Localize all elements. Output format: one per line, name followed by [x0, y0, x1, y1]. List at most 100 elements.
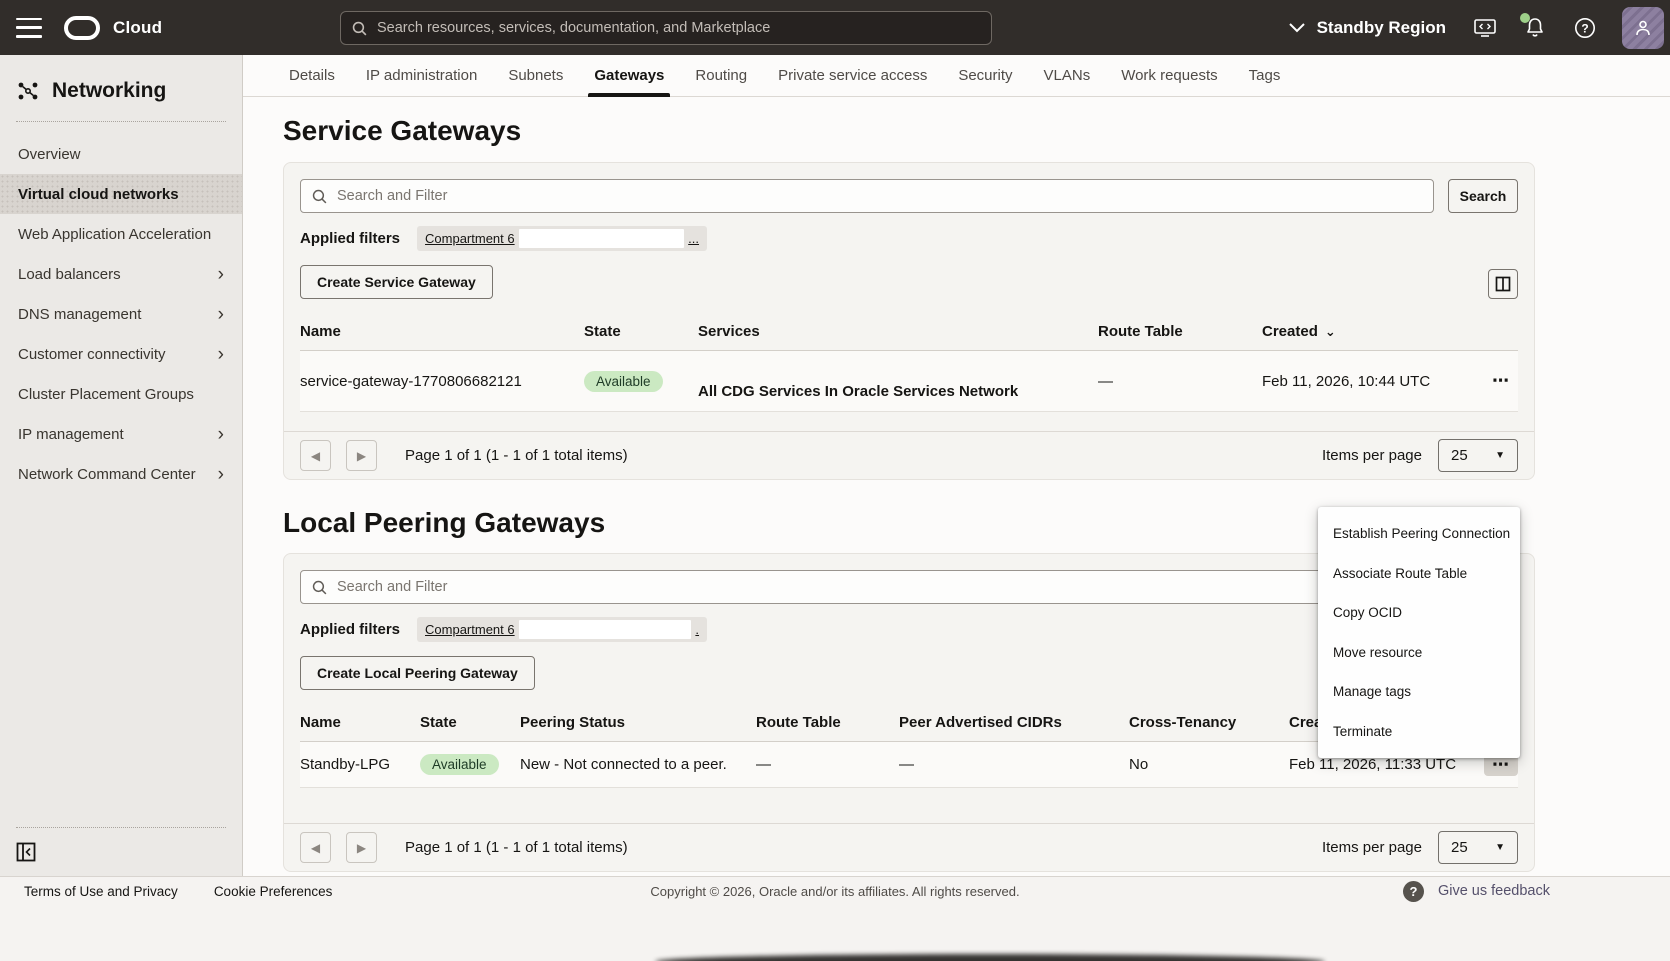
lpg-compartment-filter-chip[interactable]: Compartment 6 . [417, 617, 707, 642]
chevron-right-icon: › [218, 465, 224, 484]
status-badge: Available [584, 371, 663, 392]
sidebar-item-web-application-acceleration[interactable]: Web Application Acceleration [0, 214, 242, 254]
notification-dot [1520, 13, 1530, 23]
redacted-filter-value [519, 229, 685, 248]
sidebar: Networking Overview Virtual cloud networ… [0, 55, 243, 876]
sidebar-item-virtual-cloud-networks[interactable]: Virtual cloud networks [0, 174, 242, 214]
column-settings-icon[interactable] [1488, 269, 1518, 299]
sidebar-item-ip-management[interactable]: IP management› [0, 414, 242, 454]
caret-down-icon: ▼ [1495, 450, 1505, 461]
col-name: Name [300, 323, 584, 340]
lpg-row-peer-cidrs: — [899, 756, 1129, 773]
tab-details[interactable]: Details [289, 55, 335, 97]
redacted-filter-value [519, 620, 692, 639]
items-per-page-select[interactable]: 25 ▼ [1438, 831, 1518, 864]
page-footer: Copyright © 2026, Oracle and/or its affi… [0, 876, 1670, 961]
tab-private-service-access[interactable]: Private service access [778, 55, 927, 97]
svg-text:?: ? [1581, 21, 1588, 35]
lpg-row-created: Feb 11, 2026, 11:33 UTC [1289, 756, 1474, 773]
sidebar-item-dns-management[interactable]: DNS management› [0, 294, 242, 334]
tab-gateways[interactable]: Gateways [594, 55, 664, 97]
create-local-peering-gateway-button[interactable]: Create Local Peering Gateway [300, 656, 535, 690]
sg-pagination: ◀ ▶ Page 1 of 1 (1 - 1 of 1 total items)… [284, 431, 1534, 479]
sg-search-filter[interactable] [300, 179, 1434, 213]
tab-security[interactable]: Security [958, 55, 1012, 97]
sidebar-item-load-balancers[interactable]: Load balancers› [0, 254, 242, 294]
tab-ip-administration[interactable]: IP administration [366, 55, 477, 97]
sg-row-created: Feb 11, 2026, 10:44 UTC [1262, 373, 1462, 390]
page-info: Page 1 of 1 (1 - 1 of 1 total items) [405, 839, 628, 856]
person-icon [1632, 17, 1654, 39]
cloud-shell-icon[interactable] [1472, 15, 1498, 41]
lpg-row-peering-status: New - Not connected to a peer. [520, 756, 756, 773]
col-route-table: Route Table [756, 714, 899, 731]
lpg-row-cross-tenancy: No [1129, 756, 1289, 773]
sidebar-item-customer-connectivity[interactable]: Customer connectivity› [0, 334, 242, 374]
sg-search-button[interactable]: Search [1448, 179, 1518, 213]
sidebar-title: Networking [52, 79, 166, 103]
next-page-button[interactable]: ▶ [346, 832, 377, 863]
global-search-input[interactable] [377, 20, 981, 36]
service-gateways-card: Search Applied filters Compartment 6 ...… [283, 162, 1535, 480]
col-peer-advertised-cidrs: Peer Advertised CIDRs [899, 714, 1129, 731]
tab-work-requests[interactable]: Work requests [1121, 55, 1217, 97]
sg-row-actions-icon[interactable]: ⋯ [1484, 369, 1518, 392]
sg-applied-filters-label: Applied filters [300, 230, 400, 247]
lpg-applied-filters-label: Applied filters [300, 621, 400, 638]
user-avatar[interactable] [1622, 7, 1664, 49]
sg-search-input[interactable] [337, 188, 1423, 204]
divider [16, 827, 226, 828]
give-feedback-link[interactable]: Give us feedback [1438, 883, 1550, 899]
tab-routing[interactable]: Routing [695, 55, 747, 97]
cookie-preferences-link[interactable]: Cookie Preferences [214, 884, 333, 899]
global-search[interactable] [340, 11, 992, 45]
items-per-page-select[interactable]: 25 ▼ [1438, 439, 1518, 472]
create-service-gateway-button[interactable]: Create Service Gateway [300, 265, 493, 299]
oracle-logo-icon[interactable] [64, 16, 100, 40]
page-info: Page 1 of 1 (1 - 1 of 1 total items) [405, 447, 628, 464]
lpg-filter-more-link[interactable]: . [695, 622, 699, 637]
terms-link[interactable]: Terms of Use and Privacy [24, 884, 178, 899]
page-tabs: Details IP administration Subnets Gatewa… [243, 55, 1670, 97]
feedback-question-icon[interactable]: ? [1403, 881, 1424, 902]
sg-filter-more-link[interactable]: ... [688, 231, 699, 246]
sidebar-item-network-command-center[interactable]: Network Command Center› [0, 454, 242, 494]
menu-item-establish-peering-connection[interactable]: Establish Peering Connection [1318, 514, 1520, 554]
sg-row-services: All CDG Services In Oracle Services Netw… [698, 383, 1018, 400]
col-state: State [584, 323, 698, 340]
notifications-bell-icon[interactable] [1522, 15, 1548, 41]
prev-page-button[interactable]: ◀ [300, 440, 331, 471]
service-gateways-table: Name State Services Route Table Created⌄… [300, 313, 1518, 412]
sidebar-item-overview[interactable]: Overview [0, 134, 242, 174]
menu-item-move-resource[interactable]: Move resource [1318, 633, 1520, 673]
collapse-sidebar-icon[interactable] [16, 842, 36, 862]
col-cross-tenancy: Cross-Tenancy [1129, 714, 1289, 731]
sg-compartment-filter-chip[interactable]: Compartment 6 ... [417, 226, 707, 251]
region-selector[interactable]: Standby Region [1289, 18, 1446, 38]
prev-page-button[interactable]: ◀ [300, 832, 331, 863]
col-services: Services [698, 323, 1098, 340]
table-row: service-gateway-1770806682121 Available … [300, 351, 1518, 412]
chevron-right-icon: › [218, 425, 224, 444]
divider [16, 121, 226, 122]
col-route-table: Route Table [1098, 323, 1262, 340]
col-created[interactable]: Created⌄ [1262, 323, 1482, 340]
menu-item-terminate[interactable]: Terminate [1318, 712, 1520, 752]
menu-item-associate-route-table[interactable]: Associate Route Table [1318, 554, 1520, 594]
menu-item-copy-ocid[interactable]: Copy OCID [1318, 593, 1520, 633]
hamburger-menu-icon[interactable] [16, 18, 42, 38]
tab-subnets[interactable]: Subnets [508, 55, 563, 97]
lpg-row-name: Standby-LPG [300, 756, 420, 773]
top-header: Cloud Standby Region ? [0, 0, 1670, 55]
local-peering-gateways-title: Local Peering Gateways [283, 507, 605, 539]
help-icon[interactable]: ? [1572, 15, 1598, 41]
menu-item-manage-tags[interactable]: Manage tags [1318, 672, 1520, 712]
col-name: Name [300, 714, 420, 731]
tab-vlans[interactable]: VLANs [1044, 55, 1091, 97]
region-label: Standby Region [1317, 18, 1446, 38]
sg-row-name: service-gateway-1770806682121 [300, 373, 584, 390]
col-peering-status: Peering Status [520, 714, 756, 731]
next-page-button[interactable]: ▶ [346, 440, 377, 471]
tab-tags[interactable]: Tags [1249, 55, 1281, 97]
sidebar-item-cluster-placement-groups[interactable]: Cluster Placement Groups [0, 374, 242, 414]
